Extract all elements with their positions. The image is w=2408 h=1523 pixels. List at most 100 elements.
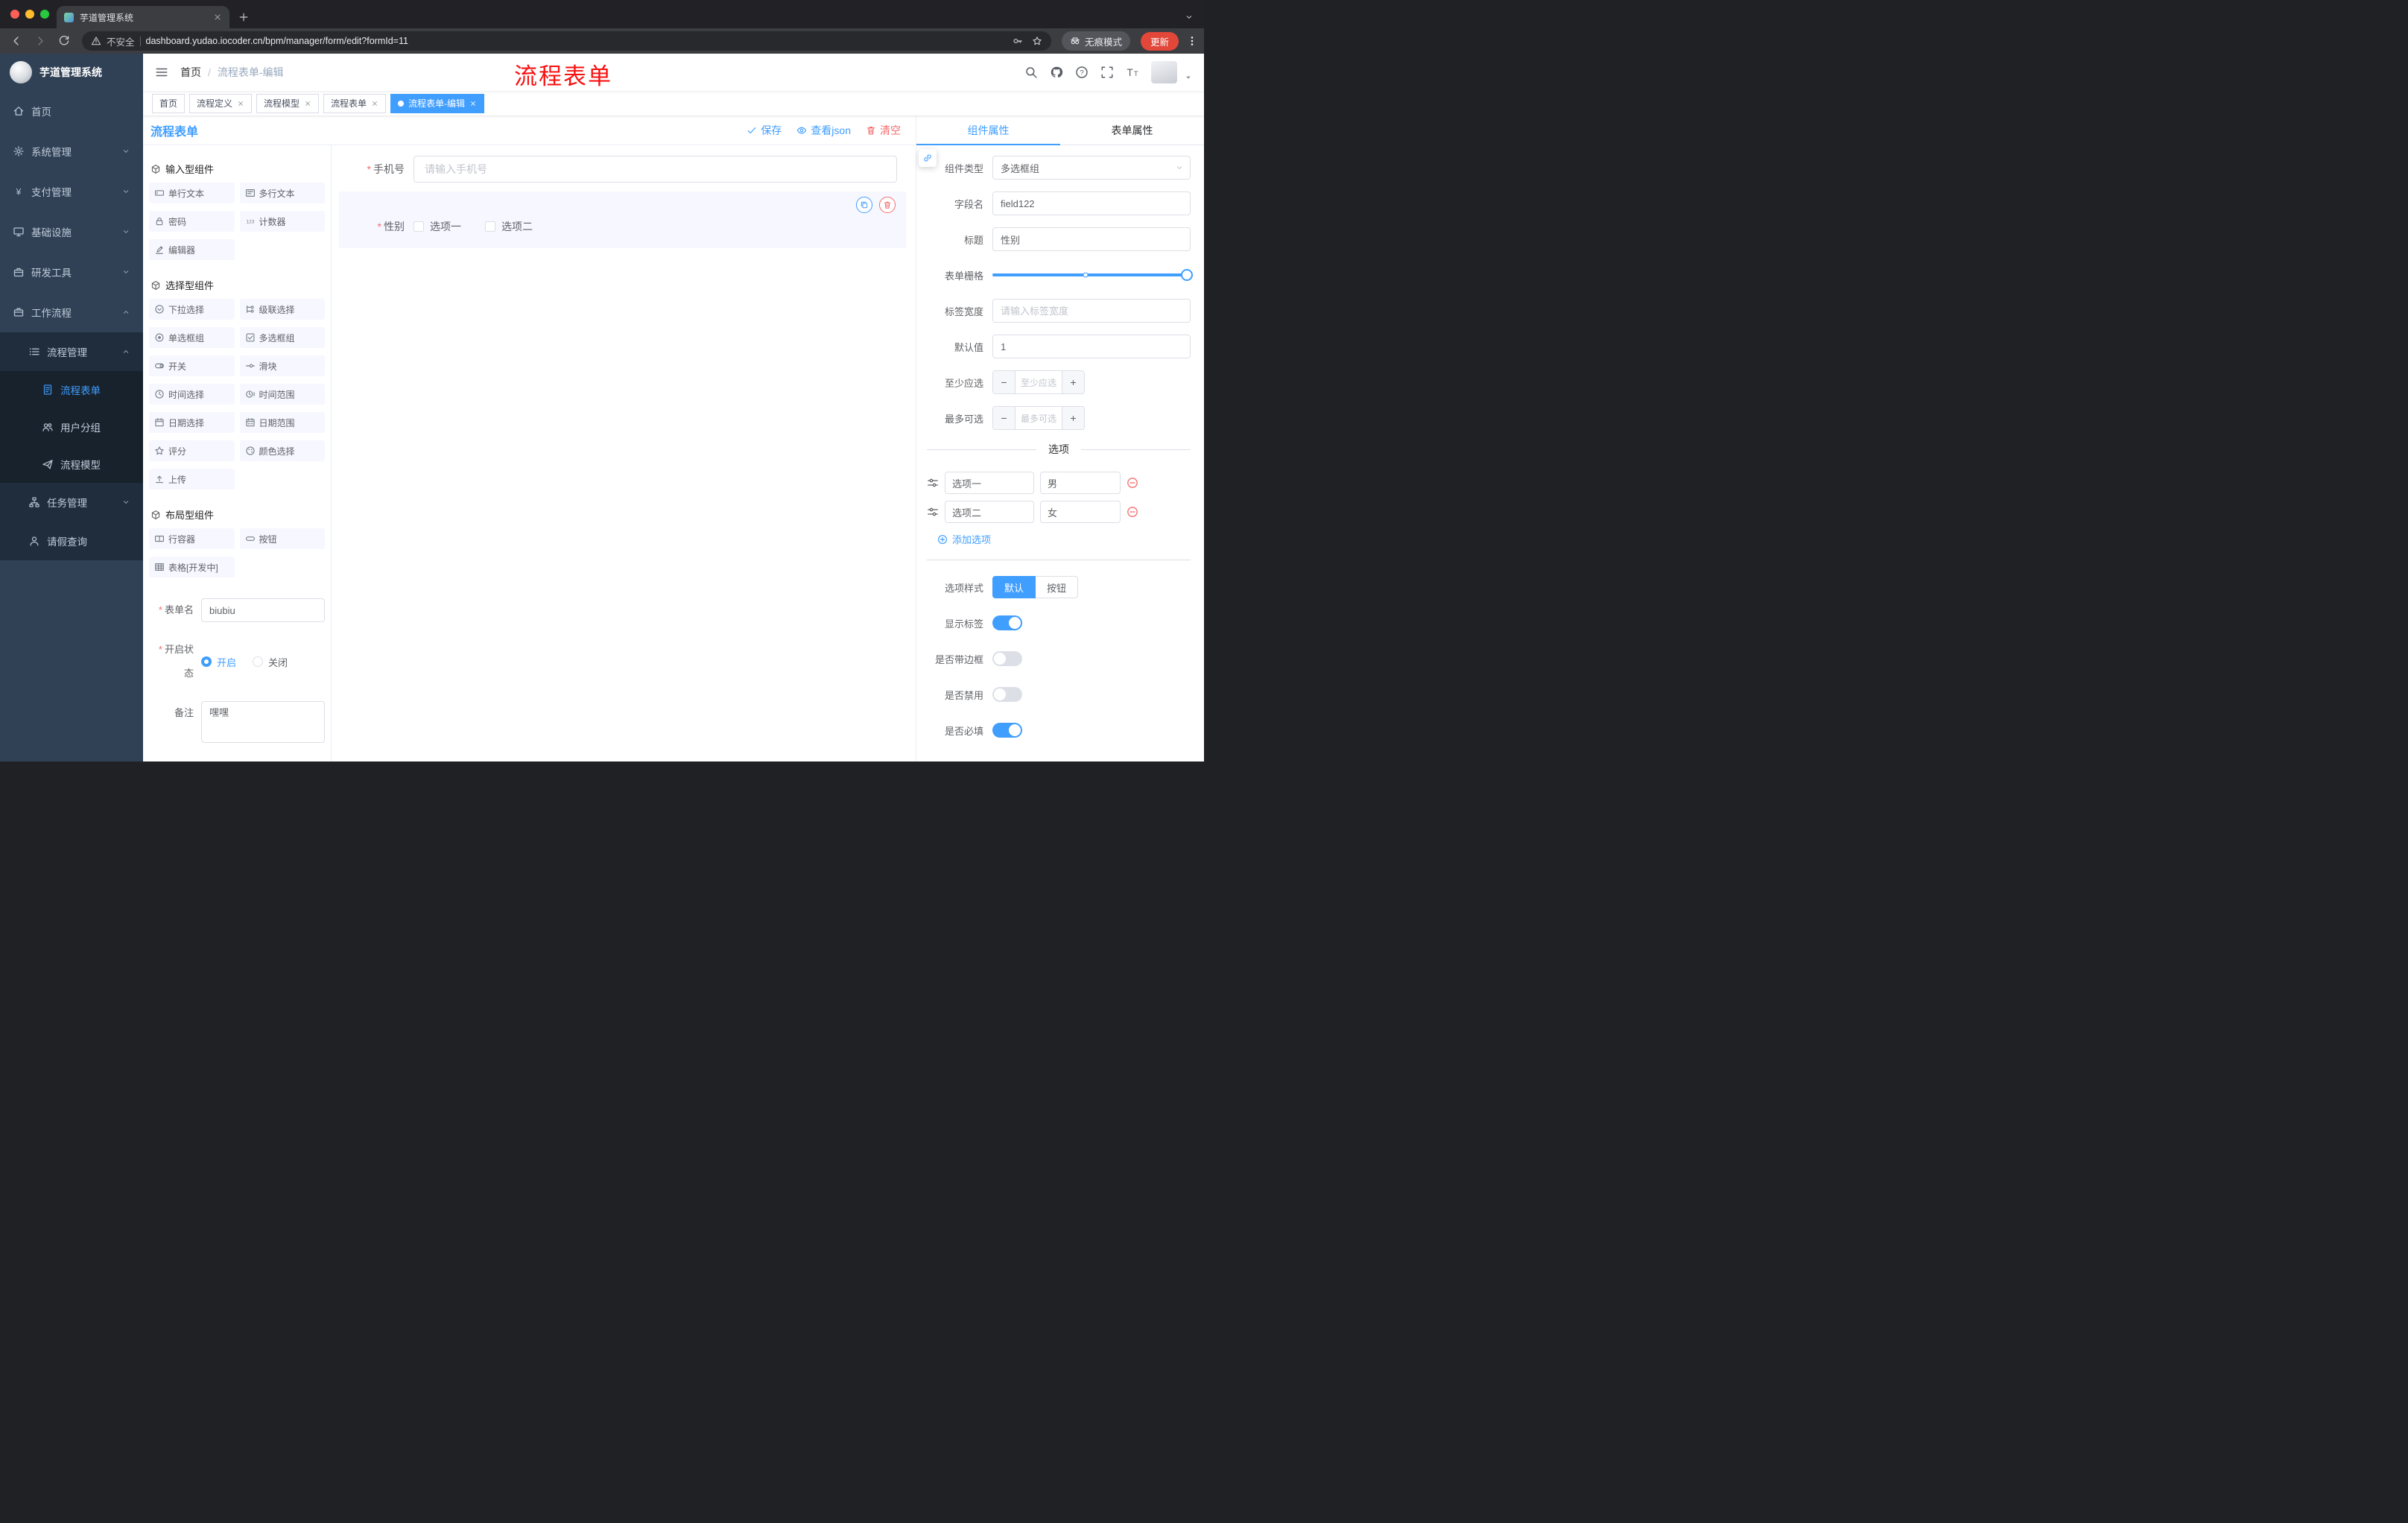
phone-input[interactable] (414, 156, 897, 183)
clear-button[interactable]: 清空 (866, 123, 901, 138)
form-grid-slider[interactable] (992, 269, 1193, 281)
checkbox-box[interactable] (485, 221, 495, 232)
github-icon[interactable] (1050, 66, 1063, 79)
show-label-switch[interactable] (992, 615, 1022, 630)
palette-item-date-range[interactable]: 日期范围 (239, 412, 325, 433)
breadcrumb-home[interactable]: 首页 (180, 65, 201, 80)
reload-button[interactable] (54, 31, 75, 51)
not-secure-warning-icon[interactable] (91, 36, 101, 46)
palette-item-button[interactable]: 按钮 (239, 528, 325, 549)
remove-option-button[interactable] (1127, 506, 1138, 518)
browser-menu-icon[interactable] (1186, 35, 1198, 47)
search-icon[interactable] (1024, 66, 1038, 79)
close-window-button[interactable] (10, 10, 19, 19)
palette-item-checkbox-group[interactable]: 多选框组 (239, 327, 325, 348)
tab-search-caret-icon[interactable] (1185, 13, 1194, 22)
palette-item-time-range[interactable]: 时间范围 (239, 384, 325, 405)
sidebar-item-system[interactable]: 系统管理 (0, 131, 143, 171)
remove-option-button[interactable] (1127, 477, 1138, 489)
palette-item-editor[interactable]: 编辑器 (149, 239, 235, 260)
sidebar-logo[interactable]: 芋道管理系统 (0, 54, 143, 91)
palette-item-slider[interactable]: 滑块 (239, 355, 325, 376)
browser-tab[interactable]: 芋道管理系统 (57, 6, 229, 28)
tag-close-icon[interactable] (371, 100, 378, 107)
gender-option-1[interactable]: 选项一 (414, 219, 461, 234)
chrome-update-button[interactable]: 更新 (1140, 31, 1179, 51)
sidebar-item-payment[interactable]: 支付管理 (0, 171, 143, 212)
field-name-input[interactable] (992, 191, 1191, 215)
avatar-caret-icon[interactable] (1185, 74, 1192, 81)
tag-process-form[interactable]: 流程表单 (323, 93, 387, 113)
tab-component-props[interactable]: 组件属性 (916, 115, 1060, 145)
palette-item-radio-group[interactable]: 单选框组 (149, 327, 235, 348)
palette-item-cascader[interactable]: 级联选择 (239, 299, 325, 320)
new-tab-button[interactable] (238, 12, 249, 22)
option-name-input[interactable] (945, 501, 1034, 523)
tag-process-model[interactable]: 流程模型 (256, 93, 320, 113)
user-avatar[interactable] (1151, 61, 1177, 83)
sidebar-item-leave-query[interactable]: 请假查询 (0, 522, 143, 560)
sidebar-item-devtools[interactable]: 研发工具 (0, 252, 143, 292)
slider-handle[interactable] (1181, 269, 1193, 281)
palette-item-counter[interactable]: 计数器 (239, 211, 325, 232)
sidebar-item-task-management[interactable]: 任务管理 (0, 483, 143, 522)
form-remark-textarea[interactable]: 嘿嘿 (201, 701, 325, 743)
tag-process-definition[interactable]: 流程定义 (189, 93, 253, 113)
delete-component-button[interactable] (879, 197, 896, 213)
option-style-button-button[interactable]: 按钮 (1036, 576, 1079, 598)
palette-item-upload[interactable]: 上传 (149, 469, 235, 490)
help-icon[interactable] (1075, 66, 1089, 79)
palette-item-password[interactable]: 密码 (149, 211, 235, 232)
font-size-icon[interactable] (1126, 66, 1139, 79)
palette-item-time-picker[interactable]: 时间选择 (149, 384, 235, 405)
drag-handle-icon[interactable] (927, 477, 939, 489)
component-type-select[interactable] (992, 156, 1191, 180)
title-input[interactable] (992, 227, 1191, 251)
password-key-icon[interactable] (1013, 36, 1023, 46)
palette-item-select[interactable]: 下拉选择 (149, 299, 235, 320)
option-name-input[interactable] (945, 472, 1034, 494)
sidebar-item-user-group[interactable]: 用户分组 (0, 408, 143, 446)
status-radio-on[interactable]: 开启 (201, 655, 236, 669)
status-radio-off[interactable]: 关闭 (253, 655, 288, 669)
default-value-input[interactable] (992, 335, 1191, 358)
sidebar-collapse-icon[interactable] (155, 66, 168, 79)
tag-close-icon[interactable] (469, 100, 477, 107)
sidebar-item-workflow[interactable]: 工作流程 (0, 292, 143, 332)
fullscreen-icon[interactable] (1100, 66, 1114, 79)
tag-home[interactable]: 首页 (152, 93, 186, 113)
address-bar[interactable]: 不安全 dashboard.yudao.iocoder.cn/bpm/manag… (82, 31, 1051, 51)
palette-item-single-text[interactable]: 单行文本 (149, 183, 235, 203)
tag-close-icon[interactable] (304, 100, 311, 107)
save-button[interactable]: 保存 (747, 123, 782, 138)
palette-item-switch[interactable]: 开关 (149, 355, 235, 376)
decrease-button[interactable]: − (993, 371, 1016, 393)
option-value-input[interactable] (1040, 472, 1121, 494)
tag-process-form-edit[interactable]: 流程表单-编辑 (390, 93, 485, 113)
tag-close-icon[interactable] (237, 100, 244, 107)
view-json-button[interactable]: 查看json (796, 123, 851, 138)
palette-item-table[interactable]: 表格[开发中] (149, 557, 235, 577)
checkbox-box[interactable] (414, 221, 424, 232)
option-style-default-button[interactable]: 默认 (992, 576, 1036, 598)
sidebar-item-infra[interactable]: 基础设施 (0, 212, 143, 252)
doc-link-badge[interactable] (919, 149, 937, 167)
drag-handle-icon[interactable] (927, 506, 939, 518)
label-width-input[interactable] (992, 299, 1191, 323)
increase-button[interactable]: + (1062, 407, 1084, 429)
copy-component-button[interactable] (856, 197, 872, 213)
bookmark-star-icon[interactable] (1032, 36, 1042, 46)
palette-item-date-picker[interactable]: 日期选择 (149, 412, 235, 433)
option-value-input[interactable] (1040, 501, 1121, 523)
tab-form-props[interactable]: 表单属性 (1060, 115, 1204, 145)
sidebar-item-process-model[interactable]: 流程模型 (0, 446, 143, 483)
sidebar-item-home[interactable]: 首页 (0, 91, 143, 131)
palette-item-rate[interactable]: 评分 (149, 440, 235, 461)
minimize-window-button[interactable] (25, 10, 34, 19)
back-button[interactable] (6, 31, 27, 51)
add-option-button[interactable]: 添加选项 (937, 532, 1191, 546)
forward-button[interactable] (30, 31, 51, 51)
canvas-field-gender-selected[interactable]: 性别 选项一 选项二 (339, 191, 906, 248)
min-select-value[interactable]: 至少应选 (1016, 371, 1062, 393)
design-canvas[interactable]: 手机号 性别 (332, 145, 916, 762)
